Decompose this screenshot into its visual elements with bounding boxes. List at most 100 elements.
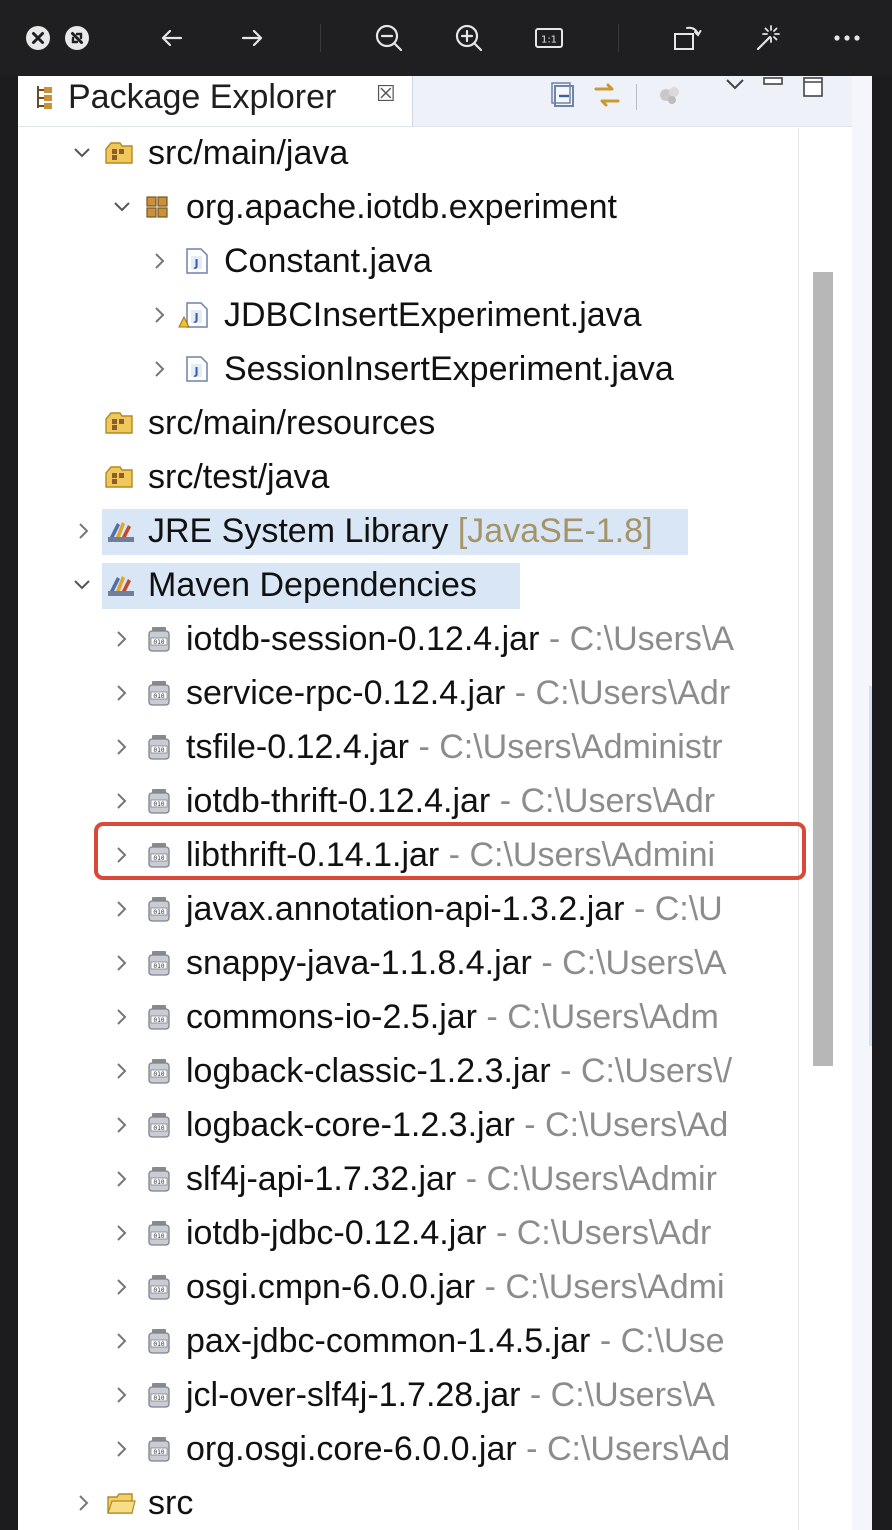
dependency-jar-item[interactable]: 010 pax-jdbc-common-1.4.5.jar - C:\Use <box>18 1316 798 1366</box>
chevron-down-icon[interactable] <box>72 560 92 610</box>
tree-item-constant-java[interactable]: J Constant.java <box>18 236 798 286</box>
close-icon[interactable] <box>19 19 57 57</box>
chevron-right-icon[interactable] <box>112 1316 132 1366</box>
chevron-right-icon[interactable] <box>112 938 132 988</box>
view-menu-icon[interactable] <box>724 76 746 97</box>
chevron-right-icon[interactable] <box>74 1478 94 1528</box>
minimize-icon[interactable] <box>58 19 96 57</box>
source-folder-icon <box>104 139 134 167</box>
forward-arrow-icon[interactable] <box>233 19 271 57</box>
maximize-view-icon[interactable] <box>802 76 824 103</box>
chevron-right-icon[interactable] <box>112 884 132 934</box>
dependency-jar-item[interactable]: 010 slf4j-api-1.7.32.jar - C:\Users\Admir <box>18 1154 798 1204</box>
jar-path: - C:\Users\Admi <box>475 1268 725 1306</box>
chevron-right-icon[interactable] <box>112 614 132 664</box>
tree-item-label: src/test/java <box>148 458 330 496</box>
package-icon <box>142 193 172 221</box>
svg-text:010: 010 <box>153 1179 164 1186</box>
svg-text:010: 010 <box>153 801 164 808</box>
zoom-out-icon[interactable] <box>370 19 408 57</box>
tree-item-maven-dependencies[interactable]: Maven Dependencies <box>18 560 798 610</box>
minimize-view-icon[interactable] <box>762 76 784 97</box>
chevron-right-icon[interactable] <box>112 1046 132 1096</box>
tree-item-src-test-java[interactable]: src/test/java <box>18 452 798 502</box>
chevron-down-icon[interactable] <box>112 182 132 232</box>
actual-size-icon[interactable]: 1:1 <box>530 19 568 57</box>
svg-text:010: 010 <box>153 1449 164 1456</box>
dependency-jar-item[interactable]: 010 iotdb-thrift-0.12.4.jar - C:\Users\Ad… <box>18 776 798 826</box>
chevron-right-icon[interactable] <box>112 1424 132 1474</box>
chevron-right-icon[interactable] <box>150 290 170 340</box>
tree-item-src-folder[interactable]: src <box>18 1478 798 1528</box>
zoom-in-icon[interactable] <box>450 19 488 57</box>
tree-item-package[interactable]: org.apache.iotdb.experiment <box>18 182 798 232</box>
jar-path: - C:\Users\A <box>539 620 734 658</box>
dependency-jar-item[interactable]: 010 snappy-java-1.1.8.4.jar - C:\Users\A <box>18 938 798 988</box>
link-with-editor-icon[interactable] <box>592 80 622 115</box>
jar-icon: 010 <box>146 679 176 707</box>
tab-package-explorer[interactable]: Package Explorer ☒ <box>18 76 413 126</box>
tree-item-jdbc-insert-experiment[interactable]: J JDBCInsertExperiment.java <box>18 290 798 340</box>
dependency-jar-item[interactable]: 010 org.osgi.core-6.0.0.jar - C:\Users\Ad <box>18 1424 798 1474</box>
dependency-jar-item[interactable]: 010 jcl-over-slf4j-1.7.28.jar - C:\Users\… <box>18 1370 798 1420</box>
jar-path: - C:\Users\A <box>520 1376 716 1414</box>
dependency-jar-item[interactable]: 010 iotdb-session-0.12.4.jar - C:\Users\A <box>18 614 798 664</box>
focus-icon[interactable] <box>654 80 684 115</box>
dependency-jar-item[interactable]: 010 commons-io-2.5.jar - C:\Users\Adm <box>18 992 798 1042</box>
close-view-icon[interactable]: ☒ <box>376 80 396 108</box>
chevron-right-icon[interactable] <box>112 1100 132 1150</box>
jar-name: logback-core-1.2.3.jar <box>186 1106 515 1144</box>
tree-item-jre-system-library[interactable]: JRE System Library [JavaSE-1.8] <box>18 506 798 556</box>
dependency-jar-item[interactable]: 010 service-rpc-0.12.4.jar - C:\Users\Adr <box>18 668 798 718</box>
chevron-right-icon[interactable] <box>112 722 132 772</box>
jar-icon: 010 <box>146 625 176 653</box>
dependency-jar-item[interactable]: 010 logback-core-1.2.3.jar - C:\Users\Ad <box>18 1100 798 1150</box>
tree-item-src-main-java[interactable]: src/main/java <box>18 128 798 178</box>
chevron-right-icon[interactable] <box>112 776 132 826</box>
svg-text:010: 010 <box>153 693 164 700</box>
chevron-right-icon[interactable] <box>112 668 132 718</box>
tree-item-label: JDBCInsertExperiment.java <box>224 296 642 334</box>
jar-name: slf4j-api-1.7.32.jar <box>186 1160 457 1198</box>
jar-name: org.osgi.core-6.0.0.jar <box>186 1430 517 1468</box>
scrollbar-thumb[interactable] <box>813 272 833 1066</box>
rotate-icon[interactable] <box>668 19 706 57</box>
adjacent-panel-edge <box>852 76 872 1530</box>
dependency-jar-item[interactable]: 010 osgi.cmpn-6.0.0.jar - C:\Users\Admi <box>18 1262 798 1312</box>
svg-text:J: J <box>193 257 198 270</box>
chevron-right-icon[interactable] <box>150 236 170 286</box>
jar-path: - C:\U <box>624 890 723 928</box>
dependency-label: iotdb-session-0.12.4.jar - C:\Users\A <box>186 614 734 664</box>
dependency-jar-item[interactable]: 010 iotdb-jdbc-0.12.4.jar - C:\Users\Adr <box>18 1208 798 1258</box>
back-arrow-icon[interactable] <box>153 19 191 57</box>
dependency-jar-item[interactable]: 010 tsfile-0.12.4.jar - C:\Users\Administ… <box>18 722 798 772</box>
chevron-right-icon[interactable] <box>112 1208 132 1258</box>
jar-name: pax-jdbc-common-1.4.5.jar <box>186 1322 591 1360</box>
collapse-all-icon[interactable] <box>548 80 578 115</box>
jar-icon: 010 <box>146 1219 176 1247</box>
more-icon[interactable] <box>828 19 866 57</box>
jar-name: javax.annotation-api-1.3.2.jar <box>186 890 625 928</box>
chevron-right-icon[interactable] <box>74 506 94 556</box>
chevron-right-icon[interactable] <box>112 1262 132 1312</box>
jar-path: - C:\Users\/ <box>550 1052 733 1090</box>
svg-text:010: 010 <box>153 1017 164 1024</box>
dependency-jar-item[interactable]: 010 logback-classic-1.2.3.jar - C:\Users\… <box>18 1046 798 1096</box>
jar-path: - C:\Users\Ad <box>514 1106 729 1144</box>
tree-item-label: org.apache.iotdb.experiment <box>186 188 617 226</box>
magic-wand-icon[interactable] <box>748 19 786 57</box>
chevron-right-icon[interactable] <box>112 1154 132 1204</box>
chevron-down-icon[interactable] <box>72 128 92 178</box>
tree-item-src-main-resources[interactable]: src/main/resources <box>18 398 798 448</box>
chevron-right-icon[interactable] <box>112 1370 132 1420</box>
viewer-toolbar: 1:1 <box>0 0 892 76</box>
actual-size-label: 1:1 <box>541 35 557 46</box>
view-title: Package Explorer <box>68 78 337 116</box>
svg-text:J: J <box>193 311 198 324</box>
chevron-right-icon[interactable] <box>150 344 170 394</box>
dependency-label: javax.annotation-api-1.3.2.jar - C:\U <box>186 884 723 934</box>
dependency-jar-item[interactable]: 010 javax.annotation-api-1.3.2.jar - C:\U <box>18 884 798 934</box>
tree-item-session-insert-experiment[interactable]: J SessionInsertExperiment.java <box>18 344 798 394</box>
chevron-right-icon[interactable] <box>112 992 132 1042</box>
jar-name: snappy-java-1.1.8.4.jar <box>186 944 532 982</box>
